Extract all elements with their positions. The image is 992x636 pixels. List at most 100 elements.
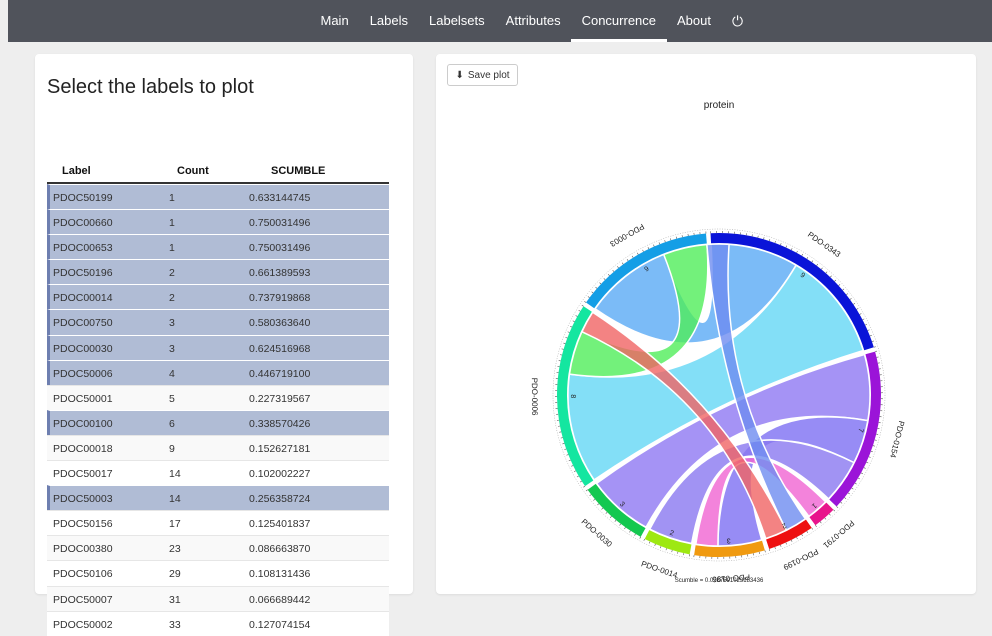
sector-tick [627, 259, 628, 261]
sector-tick [872, 341, 874, 342]
nav-menu: Main Labels Labelsets Attributes Concurr… [310, 0, 754, 42]
table-row[interactable]: PDOC0075030.580363640 [47, 309, 389, 334]
sector-tick [857, 308, 859, 309]
sector-tick [846, 294, 848, 295]
column-header-count[interactable]: Count [177, 165, 209, 177]
save-plot-label: Save plot [468, 70, 510, 81]
sector-tick [769, 239, 770, 241]
download-icon: ⬇ [455, 70, 463, 81]
table-row[interactable]: PDOC50017140.102002227 [47, 460, 389, 485]
sector-tick [769, 549, 770, 551]
sector-tick [817, 264, 818, 266]
sector-tick [602, 508, 603, 509]
sector-tick [617, 266, 618, 268]
sector-tick [571, 465, 573, 466]
sector-tick [820, 522, 821, 524]
column-header-label[interactable]: Label [62, 165, 91, 177]
top-navbar: Main Labels Labelsets Attributes Concurr… [8, 0, 992, 42]
nav-about[interactable]: About [667, 0, 722, 42]
sector-tick [802, 254, 803, 256]
sector-tick [874, 347, 876, 348]
table-row[interactable]: PDOC50003140.256358724 [47, 485, 389, 510]
table-row[interactable]: PDOC0003030.624516968 [47, 335, 389, 360]
sector-tick [593, 499, 595, 500]
cell-scumble: 0.066689442 [249, 594, 310, 606]
cell-scumble: 0.108131436 [249, 568, 310, 580]
table-row[interactable]: PDOC5000640.446719100 [47, 360, 389, 385]
sector-tick [620, 524, 621, 526]
panel-title: Select the labels to plot [47, 76, 254, 99]
cell-scumble: 0.102002227 [249, 468, 310, 480]
table-row[interactable]: PDOC50002330.127074154 [47, 611, 389, 636]
sector-tick [855, 483, 857, 484]
chord-diagram: 9PDO-03437PDO-01541PDO-07912PDO-01993PDO… [436, 54, 976, 594]
cell-count: 14 [169, 468, 181, 480]
sector-tick [807, 531, 808, 533]
chart-subtitle: Scumble = 0.0287591023183436 [675, 578, 764, 584]
sector-name-label: PDO-0006 [530, 378, 539, 416]
sector-tick [834, 280, 835, 281]
table-row[interactable]: PDOC5019910.633144745 [47, 184, 389, 209]
table-row[interactable]: PDOC0001890.152627181 [47, 435, 389, 460]
table-row[interactable]: PDOC00380230.086663870 [47, 535, 389, 560]
sector-tick [786, 543, 787, 545]
cell-scumble: 0.125401837 [249, 518, 310, 530]
cell-scumble: 0.661389593 [249, 267, 310, 279]
sector-tick [644, 539, 645, 541]
sector-tick [564, 449, 566, 450]
nav-labels[interactable]: Labels [359, 0, 418, 42]
table-row[interactable]: PDOC0065310.750031496 [47, 234, 389, 259]
table-row[interactable]: PDOC5019620.661389593 [47, 259, 389, 284]
nav-labelsets[interactable]: Labelsets [419, 0, 496, 42]
cell-scumble: 0.256358724 [249, 493, 310, 505]
sector-tick [606, 512, 607, 513]
sector-tick [865, 324, 867, 325]
sector-tick [848, 493, 850, 494]
nav-concurrence[interactable]: Concurrence [571, 0, 666, 42]
table-row[interactable]: PDOC50106290.108131436 [47, 560, 389, 585]
sector-tick [797, 251, 798, 253]
cell-count: 2 [169, 267, 175, 279]
table-row[interactable]: PDOC0010060.338570426 [47, 410, 389, 435]
nav-main[interactable]: Main [310, 0, 359, 42]
cell-scumble: 0.737919868 [249, 292, 310, 304]
save-plot-button[interactable]: ⬇ Save plot [447, 64, 518, 86]
sector-tick [875, 440, 877, 441]
sector-tick [862, 319, 864, 320]
sector-tick [583, 486, 585, 487]
sector-tick [860, 314, 862, 315]
sector-tick [765, 550, 766, 552]
sector-value-label: 8 [569, 394, 576, 398]
sector-tick [853, 303, 855, 304]
sector-tick [597, 504, 598, 505]
table-row[interactable]: PDOC5000150.227319567 [47, 385, 389, 410]
table-row[interactable]: PDOC50156170.125401837 [47, 510, 389, 535]
sector-tick [565, 337, 567, 338]
sector-tick [844, 498, 846, 499]
column-header-scumble[interactable]: SCUMBLE [271, 165, 325, 177]
sector-tick [775, 547, 776, 549]
sector-tick [573, 321, 575, 322]
cell-count: 3 [169, 317, 175, 329]
cell-scumble: 0.086663870 [249, 543, 310, 555]
sector-tick [861, 473, 863, 474]
sector-tick [850, 298, 852, 299]
sector-tick [590, 495, 592, 496]
sector-tick [561, 438, 563, 439]
chart-title: protein [704, 100, 735, 111]
table-row[interactable]: PDOC0066010.750031496 [47, 209, 389, 234]
sector-tick [830, 276, 831, 277]
sector-tick [643, 250, 644, 252]
table-row[interactable]: PDOC0001420.737919868 [47, 284, 389, 309]
sector-tick [570, 326, 572, 327]
sector-value-label: 3 [726, 537, 730, 544]
sector-tick [653, 245, 654, 247]
sector-name-label: PDO-0343 [806, 230, 843, 259]
sector-tick [672, 550, 673, 552]
power-icon[interactable]: ⏻ [722, 0, 754, 42]
sector-tick [873, 446, 875, 447]
nav-attributes[interactable]: Attributes [495, 0, 571, 42]
sector-tick [562, 443, 564, 444]
sector-tick [632, 256, 633, 258]
table-row[interactable]: PDOC50007310.066689442 [47, 586, 389, 611]
